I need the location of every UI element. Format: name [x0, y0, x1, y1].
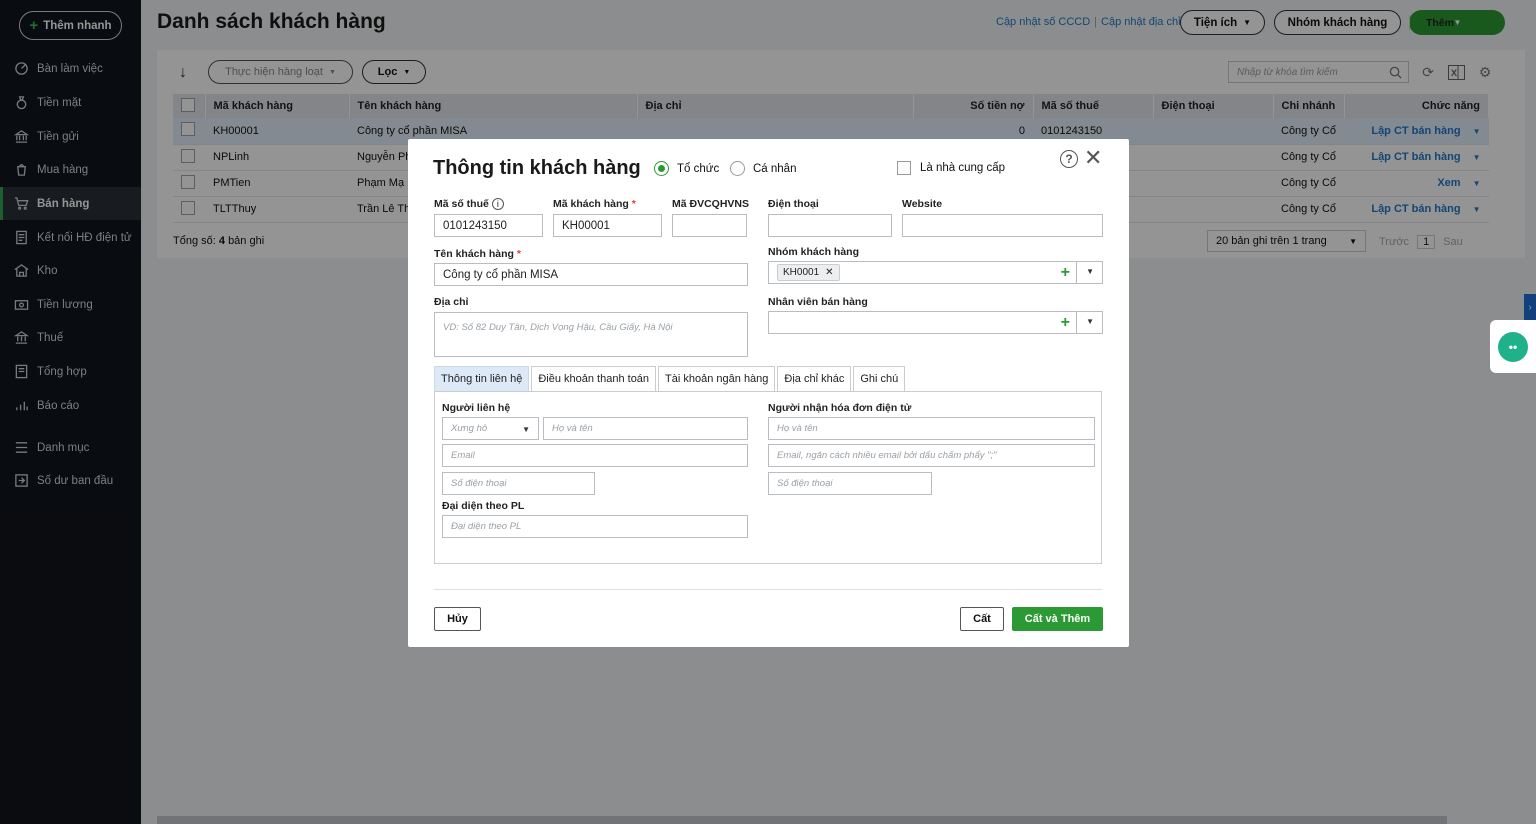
tab-other-addresses[interactable]: Địa chỉ khác	[777, 366, 852, 391]
save-button[interactable]: Cất	[960, 607, 1004, 631]
address-label: Địa chỉ	[434, 296, 469, 308]
budget-code-input[interactable]	[672, 214, 747, 237]
customer-code-label: Mã khách hàng *	[553, 198, 636, 210]
website-label: Website	[902, 198, 943, 210]
sales-staff-combo[interactable]: + ▼	[768, 311, 1103, 334]
legal-rep-input[interactable]: Đại diện theo PL	[442, 515, 748, 538]
chevron-down-icon[interactable]: ▼	[1086, 267, 1094, 276]
tab-payment-terms[interactable]: Điều khoản thanh toán	[531, 366, 657, 391]
customer-group-combo[interactable]: KH0001 ✕ + ▼	[768, 261, 1103, 284]
type-org-radio[interactable]: Tổ chức	[654, 161, 719, 176]
tax-code-input[interactable]: 0101243150	[434, 214, 543, 237]
chat-support-button[interactable]: ••	[1490, 320, 1536, 373]
budget-code-label: Mã ĐVCQHVNS	[672, 198, 750, 210]
close-icon[interactable]: ✕	[1084, 147, 1102, 169]
website-input[interactable]	[902, 214, 1103, 237]
contact-phone-input[interactable]: Số điện thoại	[442, 472, 595, 495]
contact-section-label: Người liên hệ	[442, 402, 511, 414]
dialog-title: Thông tin khách hàng	[433, 157, 641, 179]
add-group-icon[interactable]: +	[1061, 265, 1070, 281]
einvoice-name-input[interactable]: Họ và tên	[768, 417, 1095, 440]
save-and-add-button[interactable]: Cất và Thêm	[1012, 607, 1103, 631]
cancel-button[interactable]: Hủy	[434, 607, 481, 631]
einvoice-section-label: Người nhận hóa đơn điện tử	[768, 402, 912, 414]
einvoice-phone-input[interactable]: Số điện thoại	[768, 472, 932, 495]
einvoice-email-input[interactable]: Email, ngăn cách nhiều email bởi dấu chấ…	[768, 444, 1095, 467]
remove-tag-icon[interactable]: ✕	[825, 267, 833, 278]
phone-label: Điện thoại	[768, 198, 819, 210]
chevron-down-icon: ▼	[522, 425, 530, 434]
contact-info-panel: Người liên hệ Xưng hô ▼ Họ và tên Email S…	[434, 391, 1102, 564]
customer-info-dialog: Thông tin khách hàng Tổ chức Cá nhân Là …	[408, 139, 1129, 647]
address-textarea[interactable]: VD: Số 82 Duy Tân, Dịch Vọng Hậu, Cầu Gi…	[434, 312, 748, 357]
phone-input[interactable]	[768, 214, 892, 237]
is-supplier-checkbox[interactable]: Là nhà cung cấp	[897, 161, 1005, 175]
tab-notes[interactable]: Ghi chú	[853, 366, 906, 391]
contact-name-input[interactable]: Họ và tên	[543, 417, 748, 440]
salutation-select[interactable]: Xưng hô ▼	[442, 417, 539, 440]
contact-email-input[interactable]: Email	[442, 444, 748, 467]
tab-contact-info[interactable]: Thông tin liên hệ	[434, 366, 530, 391]
chevron-down-icon[interactable]: ▼	[1086, 317, 1094, 326]
group-tag: KH0001 ✕	[777, 264, 840, 281]
chat-icon: ••	[1498, 331, 1528, 362]
tab-bank-accounts[interactable]: Tài khoản ngân hàng	[658, 366, 776, 391]
add-staff-icon[interactable]: +	[1061, 315, 1070, 331]
info-icon[interactable]: i	[491, 198, 504, 210]
radio-checked-icon[interactable]	[654, 161, 669, 176]
customer-code-input[interactable]: KH00001	[553, 214, 662, 237]
customer-group-label: Nhóm khách hàng	[768, 246, 860, 258]
legal-rep-label: Đại diện theo PL	[442, 500, 525, 512]
radio-unchecked-icon[interactable]	[730, 161, 745, 176]
type-person-radio[interactable]: Cá nhân	[730, 161, 796, 176]
dialog-tabs: Thông tin liên hệ Điều khoản thanh toán …	[434, 366, 906, 391]
customer-name-input[interactable]: Công ty cổ phần MISA	[434, 263, 748, 286]
help-icon[interactable]: ?	[1060, 150, 1078, 168]
sales-staff-label: Nhân viên bán hàng	[768, 296, 868, 308]
customer-name-label: Tên khách hàng *	[434, 248, 521, 260]
tax-code-label: Mã số thuế i	[434, 198, 504, 210]
checkbox-icon[interactable]	[897, 161, 911, 175]
footer-divider	[434, 589, 1102, 590]
